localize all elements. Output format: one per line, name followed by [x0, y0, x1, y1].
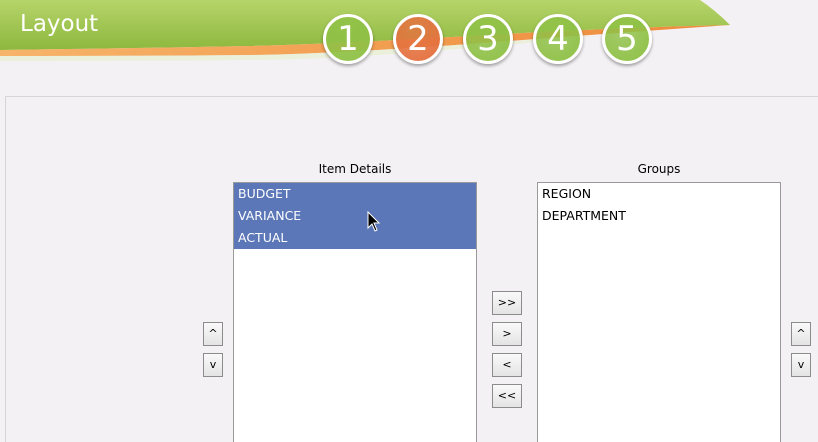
- mouse-cursor-icon: [367, 211, 381, 232]
- step-4-button[interactable]: 4: [533, 14, 583, 64]
- header-banner: Layout 1 2 3 4 5: [0, 0, 818, 70]
- step-2-button[interactable]: 2: [393, 14, 443, 64]
- step-3-button[interactable]: 3: [463, 14, 513, 64]
- groups-up-button[interactable]: ^: [791, 322, 811, 346]
- item-details-up-button[interactable]: ^: [203, 322, 223, 346]
- list-item[interactable]: ACTUAL: [234, 227, 476, 249]
- list-item[interactable]: VARIANCE: [234, 205, 476, 227]
- groups-list[interactable]: REGION DEPARTMENT: [537, 182, 781, 442]
- list-item[interactable]: DEPARTMENT: [538, 205, 780, 227]
- layout-wizard-page: Layout 1 2 3 4 5 Item Details BUDGET VAR…: [0, 0, 818, 442]
- move-right-button[interactable]: >: [492, 322, 522, 346]
- step-5-button[interactable]: 5: [602, 14, 652, 64]
- move-all-left-button[interactable]: <<: [492, 384, 522, 408]
- move-all-right-button[interactable]: >>: [492, 291, 522, 315]
- item-details-down-button[interactable]: v: [203, 353, 223, 377]
- step-1-button[interactable]: 1: [323, 14, 373, 64]
- groups-down-button[interactable]: v: [791, 353, 811, 377]
- item-details-title: Item Details: [318, 162, 392, 176]
- item-details-list[interactable]: BUDGET VARIANCE ACTUAL: [233, 182, 477, 442]
- list-item[interactable]: REGION: [538, 183, 780, 205]
- groups-title: Groups: [637, 162, 681, 176]
- page-title: Layout: [20, 11, 99, 37]
- move-left-button[interactable]: <: [492, 353, 522, 377]
- list-item[interactable]: BUDGET: [234, 183, 476, 205]
